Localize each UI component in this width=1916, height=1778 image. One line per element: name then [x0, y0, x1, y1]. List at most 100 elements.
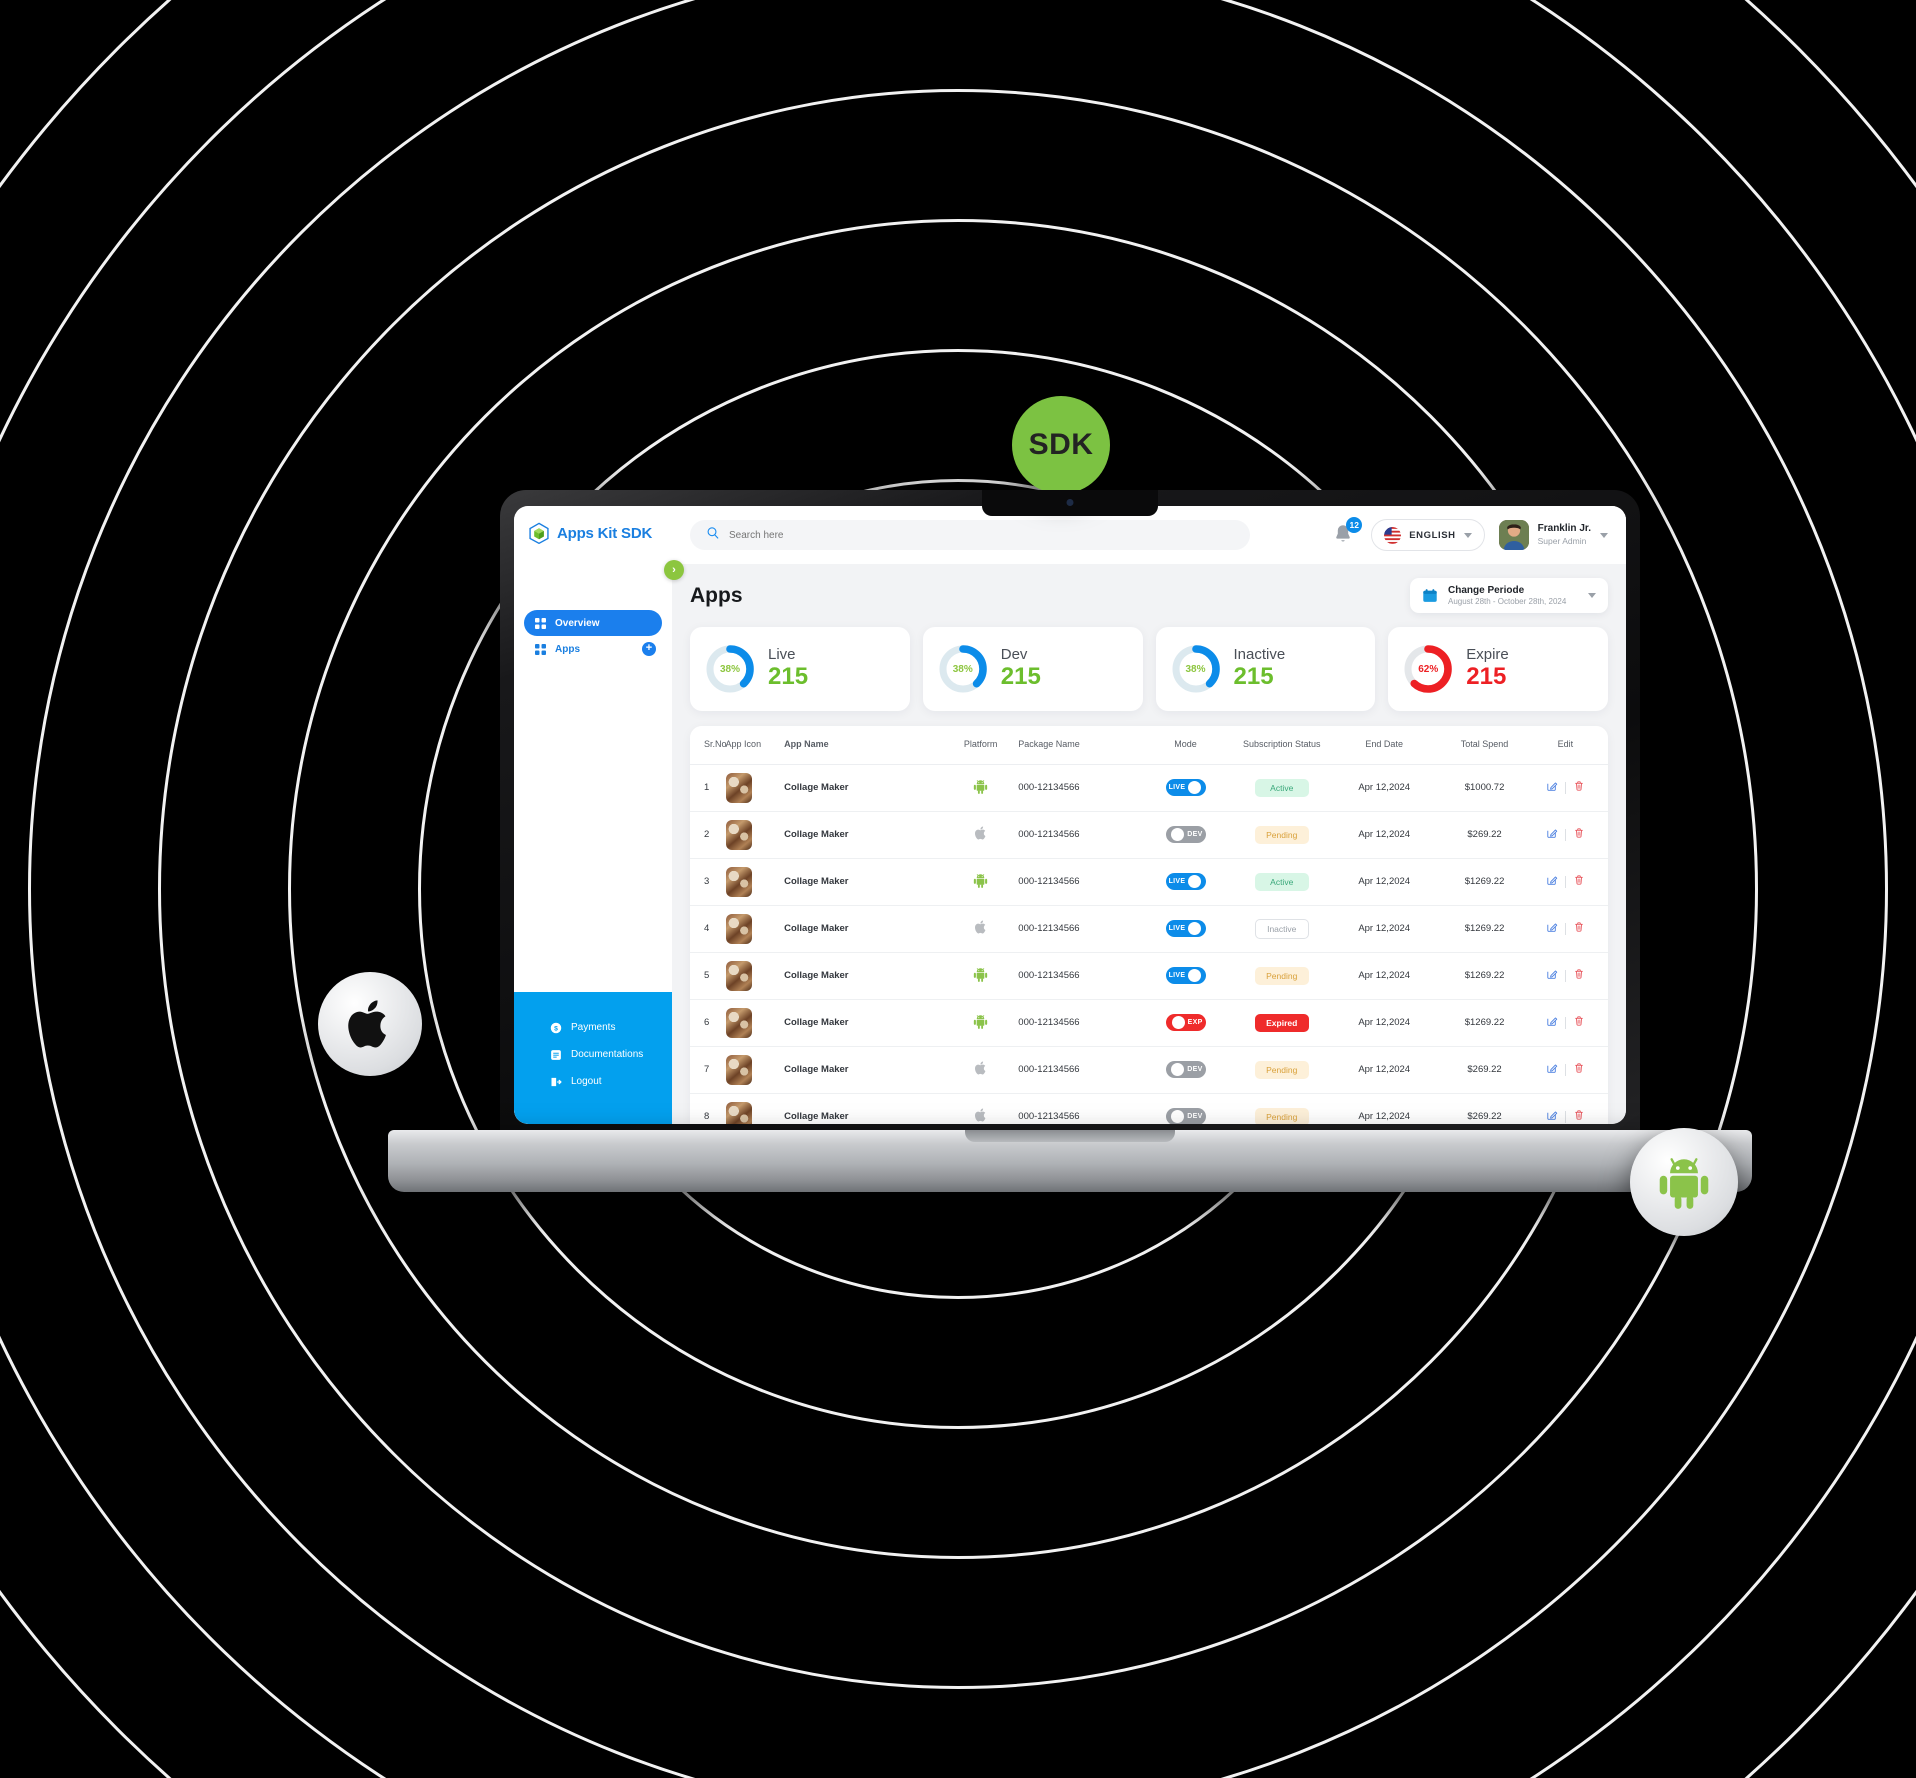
mode-toggle[interactable]: EXP — [1165, 1013, 1206, 1031]
cell-subscription-status: Inactive — [1229, 905, 1335, 953]
profile-role: Super Admin — [1537, 535, 1587, 546]
plus-icon[interactable]: + — [642, 642, 656, 656]
pencil-square-icon[interactable] — [1546, 827, 1558, 842]
cell-subscription-status: Active — [1229, 764, 1335, 812]
pencil-square-icon[interactable] — [1546, 1062, 1558, 1077]
trash-icon[interactable] — [1573, 780, 1585, 795]
avatar — [1498, 520, 1529, 550]
notifications-button[interactable]: 12 — [1331, 517, 1363, 549]
trash-icon[interactable] — [1573, 1015, 1585, 1030]
page-content: Apps Change Periode August 28th - Octobe… — [672, 564, 1626, 1124]
divider — [1564, 922, 1566, 935]
cell-end-date: Apr 12,2024 — [1334, 1046, 1435, 1094]
pencil-square-icon[interactable] — [1546, 1015, 1558, 1030]
sidebar-item-payments[interactable]: $ Payments — [514, 1014, 672, 1041]
table-row[interactable]: 6 Collage Maker 000-12134566 EXP Expired Apr … — [690, 999, 1608, 1047]
table-row[interactable]: 7 Collage Maker 000-12134566 DEV Pending Apr … — [690, 1046, 1608, 1094]
cell-total-spend: $1269.22 — [1434, 905, 1535, 953]
cell-app-name: Collage Maker — [784, 764, 944, 812]
status-badge: Inactive — [1254, 918, 1309, 939]
donut-chart: 38% — [1170, 643, 1222, 695]
cell-package-name: 000-12134566 — [1018, 858, 1142, 906]
profile-menu[interactable]: Franklin Jr. Super Admin — [1498, 520, 1608, 550]
cell-end-date: Apr 12,2024 — [1334, 764, 1435, 812]
status-badge: Pending — [1254, 825, 1309, 844]
trash-icon[interactable] — [1573, 827, 1585, 842]
table-row[interactable]: 3 Collage Maker 000-12134566 LIVE Active Apr … — [690, 858, 1608, 906]
col-package-name: Package Name — [1018, 726, 1142, 765]
stat-card-text: Live 215 — [768, 645, 809, 691]
trash-icon[interactable] — [1573, 1062, 1585, 1077]
cell-package-name: 000-12134566 — [1018, 905, 1142, 953]
mode-toggle[interactable]: LIVE — [1165, 967, 1206, 985]
document-icon — [550, 1049, 562, 1061]
mode-toggle[interactable]: DEV — [1165, 1107, 1206, 1124]
dollar-circle-icon: $ — [550, 1022, 562, 1034]
mode-toggle[interactable]: LIVE — [1165, 920, 1206, 938]
trash-icon[interactable] — [1573, 968, 1585, 983]
chevron-down-icon[interactable] — [1588, 593, 1596, 598]
cell-total-spend: $1000.72 — [1434, 764, 1535, 812]
sidebar-footer-label: Documentations — [571, 1049, 644, 1060]
pencil-square-icon[interactable] — [1546, 968, 1558, 983]
sidebar-item-logout[interactable]: Logout — [514, 1068, 672, 1095]
cell-subscription-status: Pending — [1229, 1093, 1335, 1124]
toggle-knob — [1171, 1015, 1185, 1029]
sidebar-collapse-button[interactable]: › — [664, 560, 684, 580]
search-input[interactable] — [729, 529, 1234, 541]
pencil-square-icon[interactable] — [1546, 1109, 1558, 1124]
chevron-down-icon[interactable] — [1600, 532, 1608, 538]
cell-total-spend: $1269.22 — [1434, 999, 1535, 1047]
sidebar-item-overview[interactable]: Overview — [524, 610, 662, 636]
trash-icon[interactable] — [1573, 874, 1585, 889]
pencil-square-icon[interactable] — [1546, 874, 1558, 889]
mode-toggle[interactable]: LIVE — [1165, 873, 1206, 891]
table-row[interactable]: 1 Collage Maker 000-12134566 LIVE Active Apr … — [690, 764, 1608, 812]
table-body: 1 Collage Maker 000-12134566 LIVE Active Apr … — [690, 764, 1608, 1124]
pencil-square-icon[interactable] — [1546, 921, 1558, 936]
language-selector[interactable]: ENGLISH — [1371, 519, 1485, 551]
app-thumbnail — [725, 866, 752, 897]
toggle-knob — [1188, 781, 1202, 795]
android-robot-icon — [972, 1014, 989, 1033]
table-row[interactable]: 2 Collage Maker 000-12134566 DEV Pending Apr … — [690, 811, 1608, 859]
mode-label: LIVE — [1168, 784, 1186, 792]
android-robot-icon — [1630, 1128, 1738, 1236]
cell-end-date: Apr 12,2024 — [1334, 905, 1435, 953]
laptop-notch — [982, 490, 1158, 516]
mode-label: DEV — [1187, 1112, 1203, 1120]
donut-percent-label: 62% — [1418, 663, 1439, 675]
cell-edit — [1534, 952, 1608, 1000]
cell-sr-no: 1 — [690, 764, 726, 812]
sidebar-item-documentations[interactable]: Documentations — [514, 1041, 672, 1068]
stat-card-label: Live — [768, 645, 796, 663]
mode-toggle[interactable]: DEV — [1165, 825, 1206, 843]
sdk-badge: SDK — [1012, 396, 1110, 494]
stat-card-value: 215 — [768, 663, 809, 691]
status-badge: Active — [1254, 778, 1309, 797]
sidebar-item-apps[interactable]: Apps + — [524, 636, 662, 662]
trash-icon[interactable] — [1573, 1109, 1585, 1124]
logout-icon — [550, 1076, 562, 1088]
table-row[interactable]: 4 Collage Maker 000-12134566 LIVE Inactive Ap… — [690, 905, 1608, 953]
cell-app-icon — [725, 1093, 785, 1124]
cell-end-date: Apr 12,2024 — [1334, 858, 1435, 906]
cell-package-name: 000-12134566 — [1018, 1093, 1142, 1124]
status-badge: Active — [1254, 872, 1309, 891]
cell-package-name: 000-12134566 — [1018, 764, 1142, 812]
android-robot-icon — [972, 873, 989, 892]
cell-package-name: 000-12134566 — [1018, 1046, 1142, 1094]
table-row[interactable]: 5 Collage Maker 000-12134566 LIVE Pending Apr… — [690, 952, 1608, 1000]
stat-card-label: Expire — [1466, 645, 1509, 663]
trash-icon[interactable] — [1573, 921, 1585, 936]
pencil-square-icon[interactable] — [1546, 780, 1558, 795]
change-period-selector[interactable]: Change Periode August 28th - October 28t… — [1410, 578, 1608, 613]
period-text: Change Periode August 28th - October 28t… — [1448, 585, 1578, 606]
stat-card-value: 215 — [1000, 663, 1041, 691]
cell-subscription-status: Pending — [1229, 952, 1335, 1000]
search-box[interactable] — [690, 520, 1250, 550]
mode-toggle[interactable]: DEV — [1165, 1060, 1206, 1078]
mode-toggle[interactable]: LIVE — [1165, 779, 1206, 797]
cell-mode: DEV — [1141, 811, 1230, 859]
table-row[interactable]: 8 Collage Maker 000-12134566 DEV Pending Apr … — [690, 1093, 1608, 1124]
